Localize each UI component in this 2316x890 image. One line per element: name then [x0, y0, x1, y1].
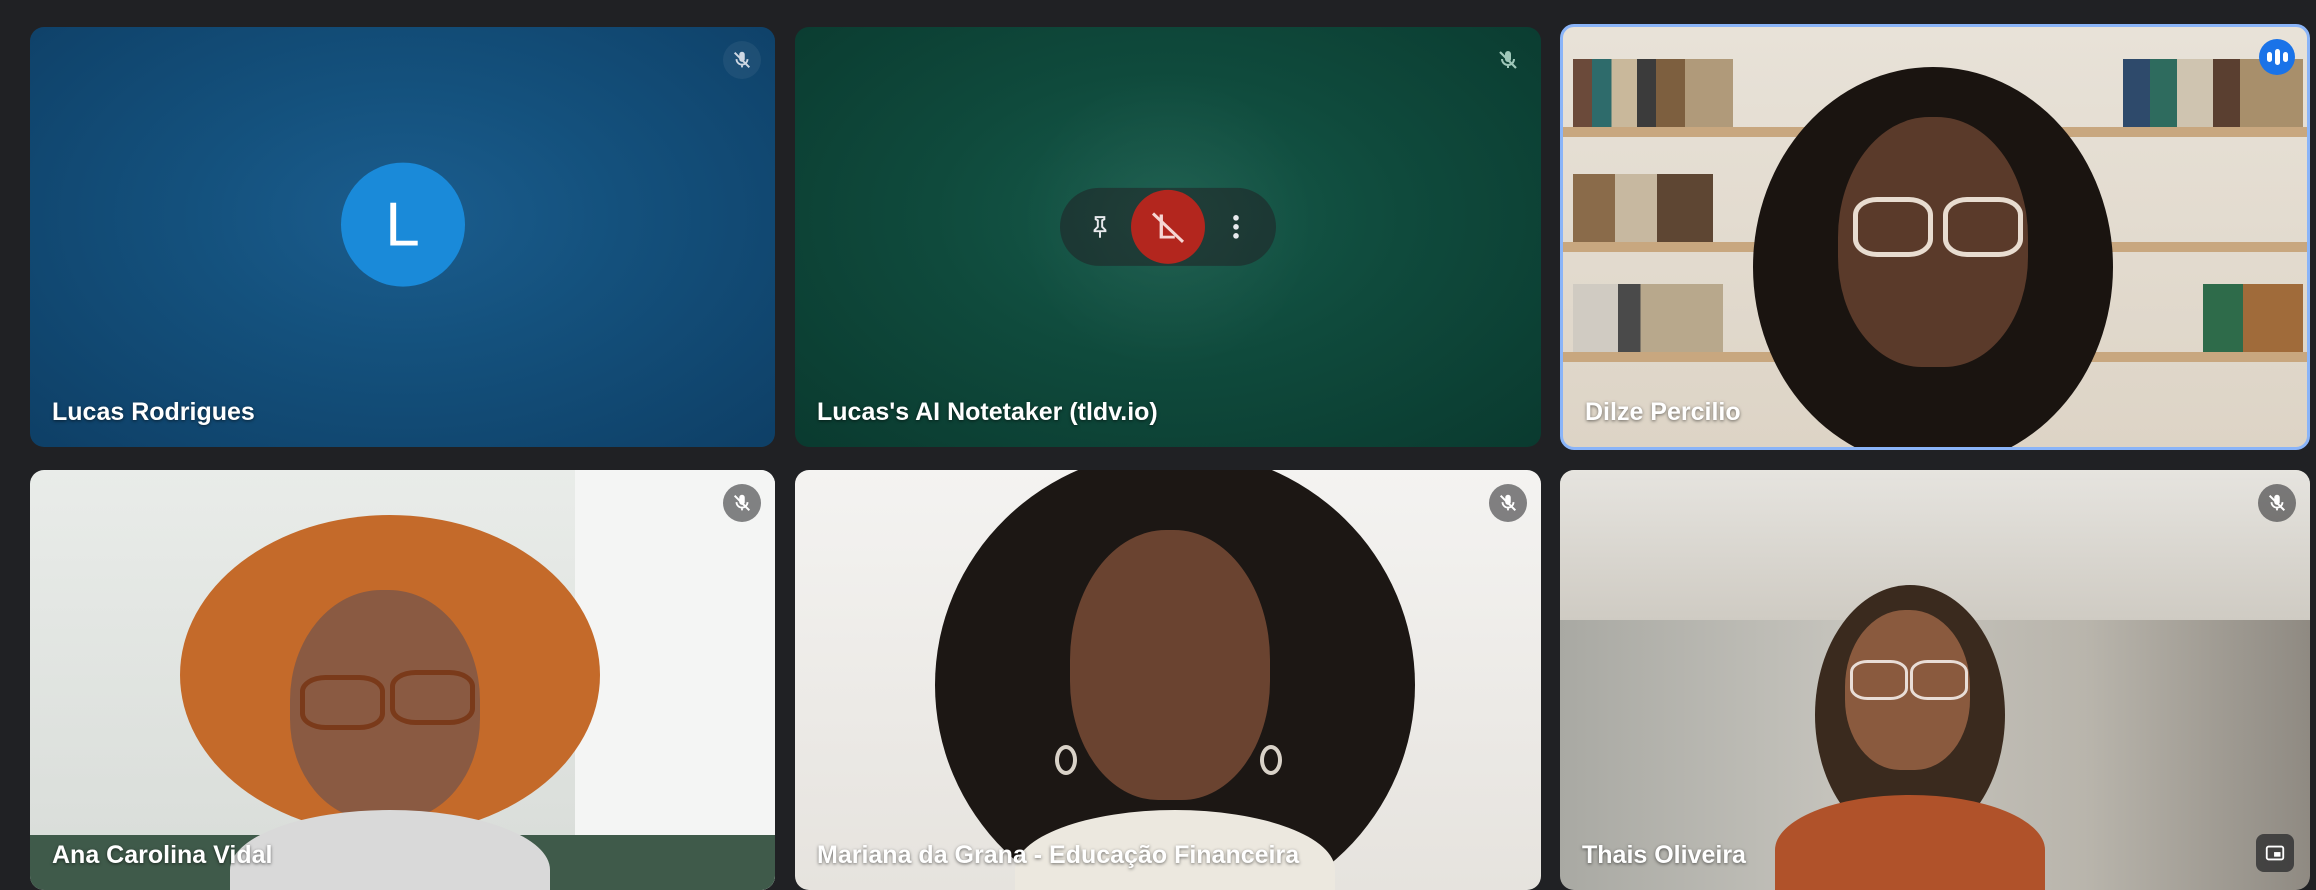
earring: [1055, 745, 1077, 775]
participant-name: Mariana da Grana - Educação Financeira: [817, 841, 1300, 869]
person-face: [1070, 530, 1270, 800]
glasses: [300, 675, 385, 730]
participant-tile-lucas-rodrigues[interactable]: L Lucas Rodrigues: [30, 27, 775, 447]
speaking-indicator-icon: [2259, 39, 2295, 75]
person-body: [1775, 795, 2045, 890]
participant-name: Thais Oliveira: [1582, 841, 1746, 869]
person-body: [230, 810, 550, 890]
books: [1573, 59, 1733, 127]
pin-icon[interactable]: [1078, 205, 1122, 249]
participant-name: Dilze Percilio: [1585, 398, 1741, 426]
participant-tile-mariana-da-grana[interactable]: Mariana da Grana - Educação Financeira: [795, 470, 1541, 890]
books: [1573, 174, 1713, 242]
mic-off-icon: [723, 41, 761, 79]
tile-hover-controls: L: [1060, 187, 1276, 266]
glasses: [1943, 197, 2023, 257]
remove-participant-icon[interactable]: L: [1131, 189, 1205, 264]
participant-tile-ana-carolina-vidal[interactable]: Ana Carolina Vidal: [30, 470, 775, 890]
glasses: [1850, 660, 1908, 700]
participant-name: Ana Carolina Vidal: [52, 841, 273, 869]
books: [1573, 284, 1723, 352]
background-wall: [575, 470, 775, 890]
participant-tile-thais-oliveira[interactable]: Thais Oliveira: [1560, 470, 2310, 890]
mic-off-icon: [2258, 484, 2296, 522]
books: [2203, 284, 2303, 352]
glasses: [1910, 660, 1968, 700]
expand-icon[interactable]: [2256, 834, 2294, 872]
participant-name: Lucas's AI Notetaker (tldv.io): [817, 398, 1158, 426]
mic-off-icon: [1489, 41, 1527, 79]
participant-name: Lucas Rodrigues: [52, 398, 255, 426]
mic-off-icon: [723, 484, 761, 522]
avatar: L: [340, 162, 465, 287]
participant-tile-ai-notetaker[interactable]: L Lucas's AI Notetaker (tldv.io): [795, 27, 1541, 447]
glasses: [390, 670, 475, 725]
earring: [1260, 745, 1282, 775]
mic-off-icon: [1489, 484, 1527, 522]
participant-tile-dilze-percilio[interactable]: Dilze Percilio: [1560, 24, 2310, 450]
more-options-icon[interactable]: [1214, 205, 1258, 249]
glasses: [1853, 197, 1933, 257]
